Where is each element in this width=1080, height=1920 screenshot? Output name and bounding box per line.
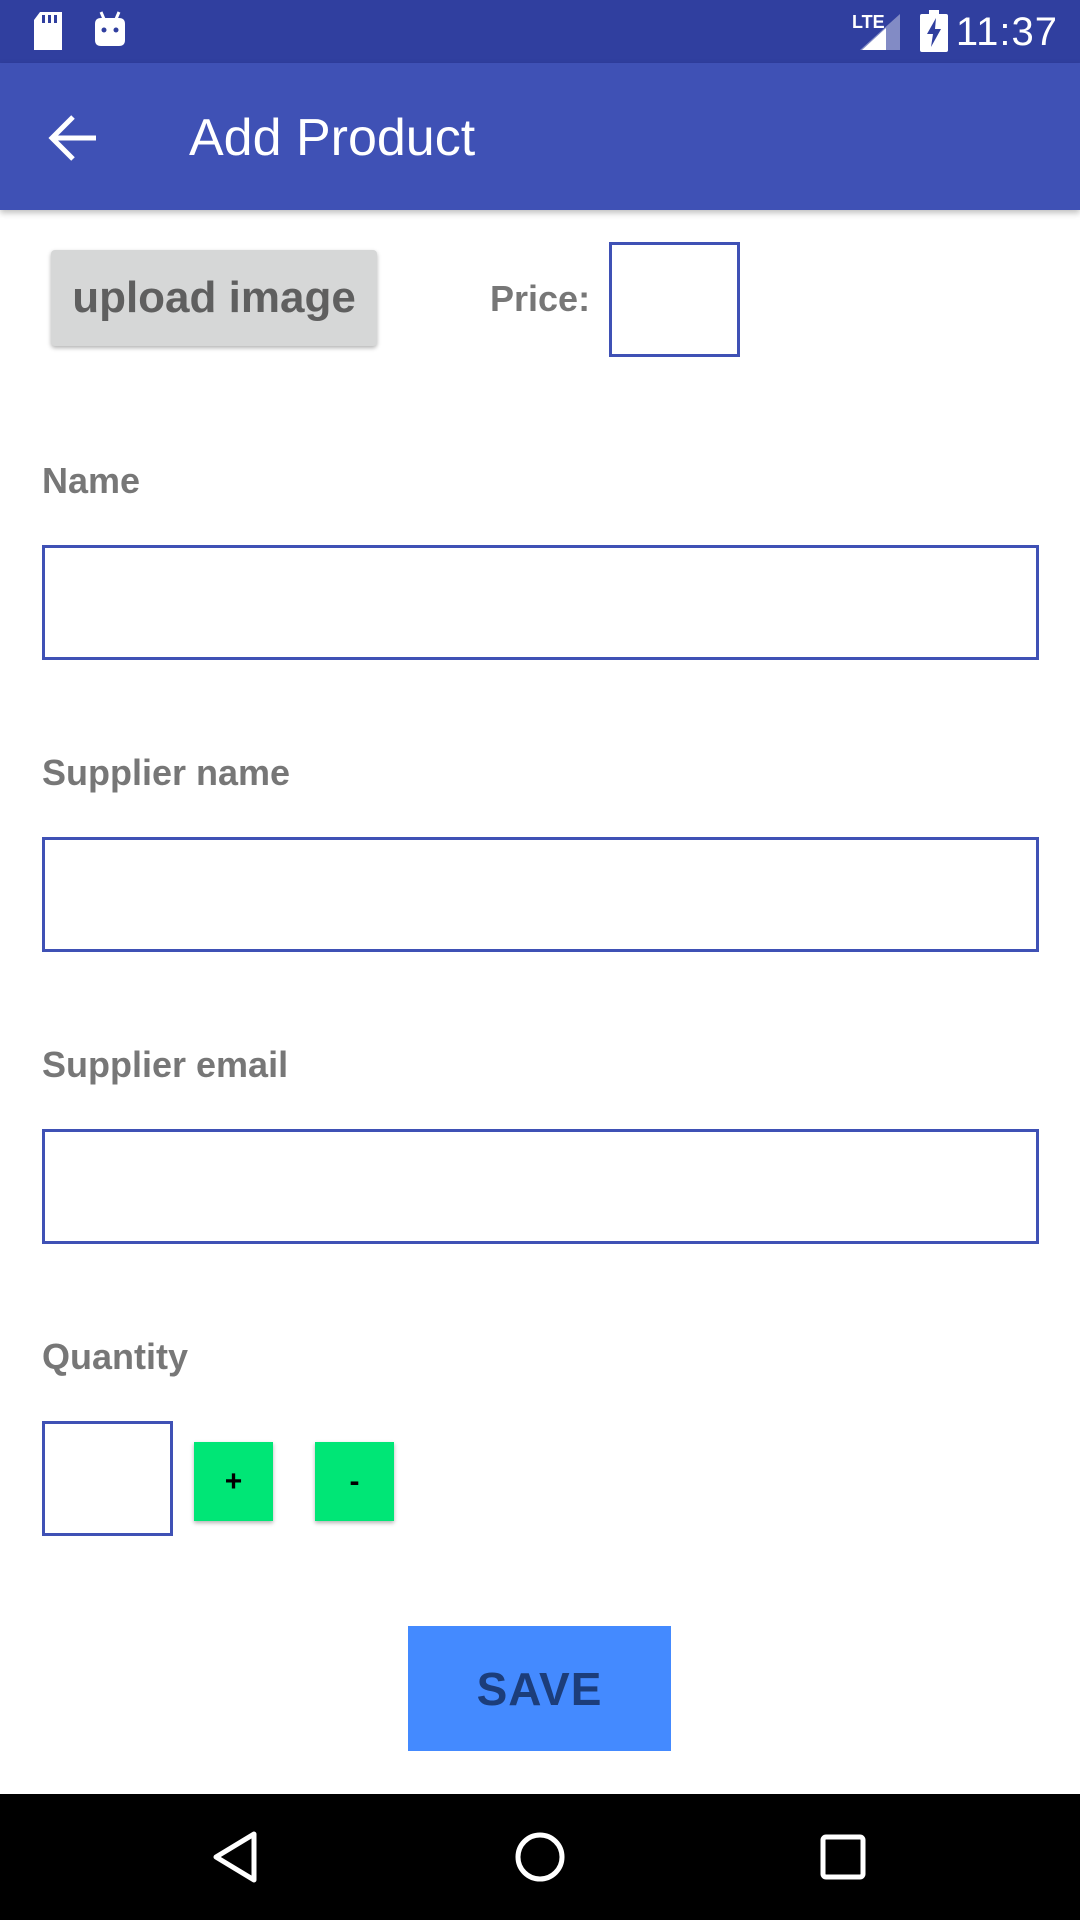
price-label: Price: xyxy=(490,278,591,319)
name-label: Name xyxy=(42,460,141,501)
decrement-button[interactable]: - xyxy=(315,1442,394,1521)
lte-signal-icon xyxy=(860,14,900,50)
status-bar: LTE 11:37 xyxy=(0,0,1080,63)
back-triangle-icon[interactable] xyxy=(202,1822,272,1892)
page-title: Add Product xyxy=(189,109,476,167)
arrow-back-icon[interactable] xyxy=(40,103,110,173)
name-input[interactable] xyxy=(42,545,1039,660)
quantity-label: Quantity xyxy=(42,1336,189,1377)
quantity-input[interactable] xyxy=(42,1421,173,1536)
supplier-name-label: Supplier name xyxy=(42,752,291,793)
save-button[interactable]: SAVE xyxy=(408,1626,671,1751)
navigation-bar xyxy=(0,1794,1080,1920)
supplier-email-input[interactable] xyxy=(42,1129,1039,1244)
supplier-email-label: Supplier email xyxy=(42,1044,289,1085)
status-time: 11:37 xyxy=(955,10,1058,54)
sd-card-icon xyxy=(34,12,62,50)
upload-image-button[interactable]: upload image xyxy=(51,250,377,346)
increment-button[interactable]: + xyxy=(194,1442,273,1521)
android-icon xyxy=(95,11,125,46)
home-circle-icon[interactable] xyxy=(505,1822,575,1892)
price-input[interactable] xyxy=(609,242,740,357)
app-bar: Add Product xyxy=(0,63,1080,210)
recents-square-icon[interactable] xyxy=(808,1822,878,1892)
supplier-name-input[interactable] xyxy=(42,837,1039,952)
battery-charging-icon xyxy=(920,10,948,52)
